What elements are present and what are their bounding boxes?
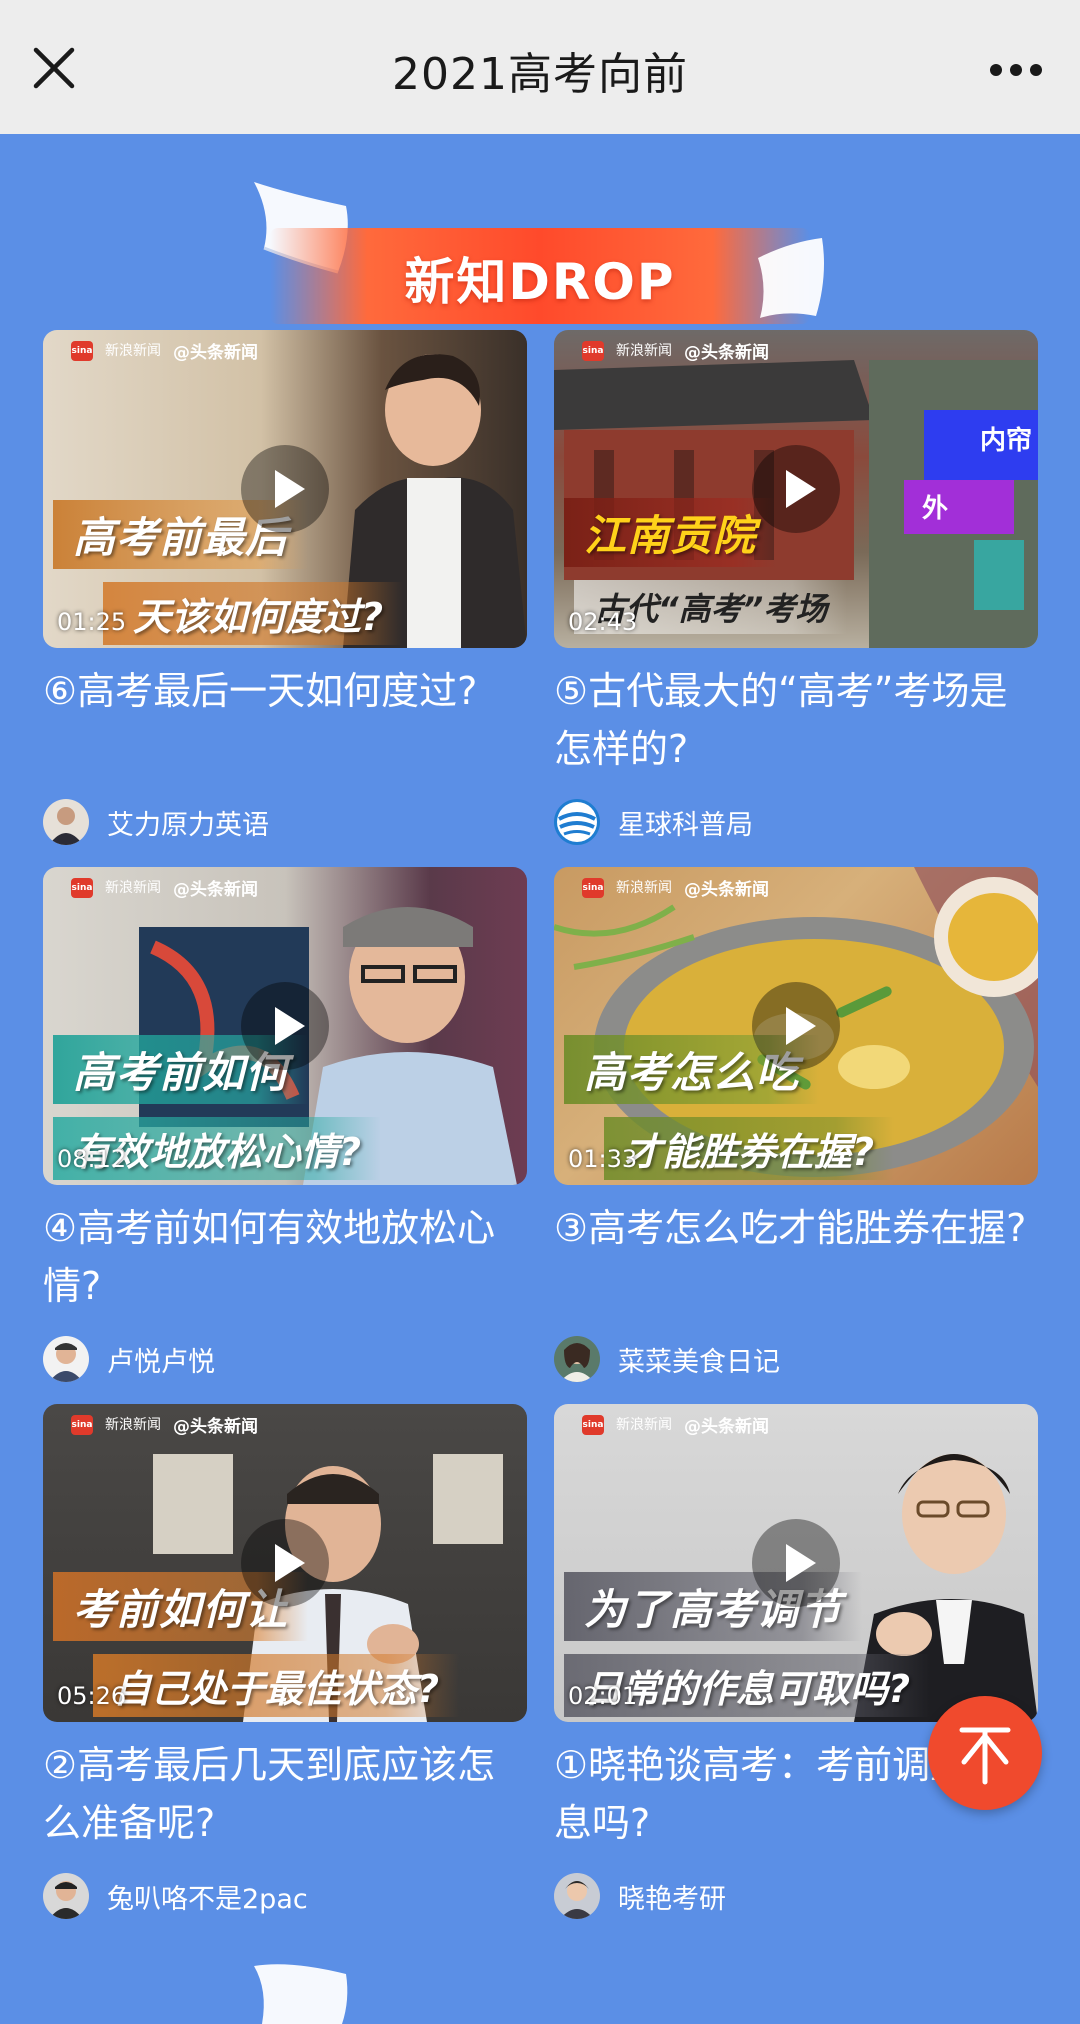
video-duration: 02:01 [568, 1682, 638, 1710]
play-icon[interactable] [241, 445, 329, 533]
author-name: 星球科普局 [618, 809, 753, 841]
play-icon[interactable] [752, 445, 840, 533]
video-duration: 05:26 [57, 1682, 127, 1710]
sina-logo-icon: sina [582, 340, 604, 361]
content-area[interactable]: 新知DROP sina 新浪新闻 @头条新闻 高考前最后 天该如何度过? 01:… [0, 134, 1080, 2024]
map-label: 外 [922, 494, 949, 524]
sina-logo-icon: sina [582, 1414, 604, 1435]
video-card[interactable]: sina 新浪新闻 @头条新闻 高考前最后 天该如何度过? 01:25 ⑥高考最… [43, 330, 527, 846]
map-region [974, 540, 1024, 610]
author-row[interactable]: 星球科普局 [554, 798, 1038, 846]
video-duration: 02:43 [568, 608, 638, 636]
map-region: 内帘 [924, 410, 1038, 480]
source-toutiao-label: @头条新闻 [173, 1417, 258, 1437]
sina-logo-icon: sina [71, 877, 93, 898]
video-duration: 01:33 [568, 1145, 638, 1173]
author-name: 卢悦卢悦 [107, 1346, 215, 1378]
video-card[interactable]: sina 新浪新闻 @头条新闻 高考怎么吃 才能胜券在握? 01:33 ③高考怎… [554, 867, 1038, 1383]
author-name: 菜菜美食日记 [618, 1346, 780, 1378]
play-icon[interactable] [241, 982, 329, 1070]
video-title[interactable]: ④高考前如何有效地放松心情? [43, 1199, 527, 1317]
avatar [554, 1873, 600, 1919]
video-source: sina 新浪新闻 @头条新闻 [582, 875, 769, 900]
thumbnail-caption: 天该如何度过? [103, 582, 404, 645]
video-source: sina 新浪新闻 @头条新闻 [71, 875, 258, 900]
author-row[interactable]: 卢悦卢悦 [43, 1335, 527, 1383]
video-card[interactable]: sina 新浪新闻 @头条新闻 高考前如何 有效地放松心情? 08:12 ④高考… [43, 867, 527, 1383]
avatar [43, 799, 89, 845]
top-bar: 2021高考向前 [0, 0, 1080, 134]
video-card[interactable]: sina 新浪新闻 @头条新闻 为了高考调节 日常的作息可取吗? 02:01 ①… [554, 1404, 1038, 1920]
more-button[interactable] [986, 40, 1046, 100]
sina-logo-icon: sina [71, 340, 93, 361]
video-source: sina 新浪新闻 @头条新闻 [71, 1412, 258, 1437]
video-title[interactable]: ③高考怎么吃才能胜券在握? [554, 1199, 1038, 1317]
paper-decoration-icon [254, 1964, 348, 2024]
map-region: 外 [904, 480, 1014, 534]
author-name: 晓艳考研 [618, 1883, 726, 1915]
video-duration: 01:25 [57, 608, 127, 636]
back-to-top-button[interactable] [928, 1696, 1042, 1810]
video-thumbnail[interactable]: sina 新浪新闻 @头条新闻 高考怎么吃 才能胜券在握? 01:33 [554, 867, 1038, 1185]
source-sina-label: 新浪新闻 [105, 342, 161, 359]
author-row[interactable]: 艾力原力英语 [43, 798, 527, 846]
arrow-up-icon [959, 1727, 1011, 1785]
video-duration: 08:12 [57, 1145, 127, 1173]
video-source: sina 新浪新闻 @头条新闻 [582, 1412, 769, 1437]
thumbnail-caption: 才能胜券在握? [604, 1117, 895, 1180]
sina-logo-icon: sina [582, 877, 604, 898]
video-source: sina 新浪新闻 @头条新闻 [71, 338, 258, 363]
video-card[interactable]: 内帘 外 sina 新浪新闻 @头条新闻 江南贡院 古代“高考”考场 02:43… [554, 330, 1038, 846]
source-sina-label: 新浪新闻 [105, 1416, 161, 1433]
source-toutiao-label: @头条新闻 [173, 880, 258, 900]
source-toutiao-label: @头条新闻 [684, 880, 769, 900]
banner-title: 新知DROP [404, 253, 676, 311]
play-icon[interactable] [241, 1519, 329, 1607]
video-thumbnail[interactable]: sina 新浪新闻 @头条新闻 考前如何让 自己处于最佳状态? 05:26 [43, 1404, 527, 1722]
avatar [554, 799, 600, 845]
source-sina-label: 新浪新闻 [616, 342, 672, 359]
thumbnail-caption: 自己处于最佳状态? [93, 1654, 460, 1717]
author-row[interactable]: 菜菜美食日记 [554, 1335, 1038, 1383]
section-banner: 新知DROP [250, 176, 830, 336]
avatar [43, 1873, 89, 1919]
video-thumbnail[interactable]: 内帘 外 sina 新浪新闻 @头条新闻 江南贡院 古代“高考”考场 02:43 [554, 330, 1038, 648]
video-title[interactable]: ⑤古代最大的“高考”考场是怎样的? [554, 662, 1038, 780]
author-name: 艾力原力英语 [107, 809, 269, 841]
video-thumbnail[interactable]: sina 新浪新闻 @头条新闻 高考前最后 天该如何度过? 01:25 [43, 330, 527, 648]
source-toutiao-label: @头条新闻 [684, 343, 769, 363]
page-title: 2021高考向前 [392, 49, 688, 100]
video-source: sina 新浪新闻 @头条新闻 [582, 338, 769, 363]
source-toutiao-label: @头条新闻 [684, 1417, 769, 1437]
source-sina-label: 新浪新闻 [616, 1416, 672, 1433]
play-icon[interactable] [752, 982, 840, 1070]
play-icon[interactable] [752, 1519, 840, 1607]
avatar [554, 1336, 600, 1382]
author-row[interactable]: 晓艳考研 [554, 1872, 1038, 1920]
source-sina-label: 新浪新闻 [616, 879, 672, 896]
author-row[interactable]: 兔叭咯不是2pac [43, 1872, 527, 1920]
avatar [43, 1336, 89, 1382]
source-sina-label: 新浪新闻 [105, 879, 161, 896]
video-thumbnail[interactable]: sina 新浪新闻 @头条新闻 为了高考调节 日常的作息可取吗? 02:01 [554, 1404, 1038, 1722]
video-title[interactable]: ②高考最后几天到底应该怎么准备呢? [43, 1736, 527, 1854]
video-thumbnail[interactable]: sina 新浪新闻 @头条新闻 高考前如何 有效地放松心情? 08:12 [43, 867, 527, 1185]
video-title[interactable]: ⑥高考最后一天如何度过? [43, 662, 527, 780]
sina-logo-icon: sina [71, 1414, 93, 1435]
video-card[interactable]: sina 新浪新闻 @头条新闻 考前如何让 自己处于最佳状态? 05:26 ②高… [43, 1404, 527, 1920]
source-toutiao-label: @头条新闻 [173, 343, 258, 363]
map-label: 内帘 [979, 426, 1032, 456]
more-horizontal-icon [990, 64, 1042, 76]
author-name: 兔叭咯不是2pac [107, 1883, 308, 1915]
thumbnail-caption: 江南贡院 [564, 498, 777, 567]
